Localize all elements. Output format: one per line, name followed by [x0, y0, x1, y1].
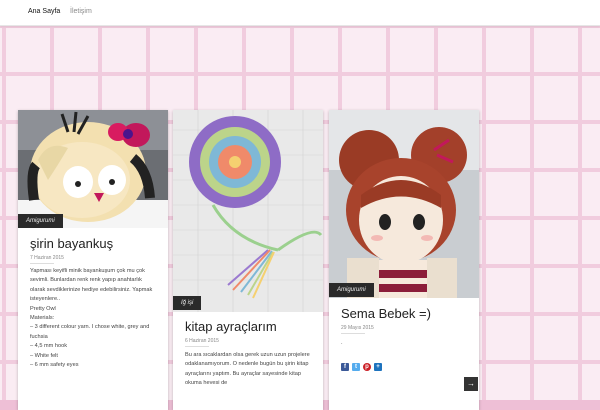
excerpt-line: – 4,5 mm hook — [30, 343, 67, 350]
post-title[interactable]: kitap ayraçlarım — [185, 319, 277, 334]
excerpt-line: Pretty Owl — [30, 305, 56, 312]
nav-home-link[interactable]: Ana Sayfa — [28, 8, 60, 15]
excerpt-line: – White felt — [30, 352, 58, 359]
excerpt-line: – 6 mm safety eyes — [30, 362, 79, 369]
facebook-icon[interactable]: f — [341, 363, 349, 371]
post-image-bookmark[interactable] — [173, 110, 323, 312]
post-date: 7 Haziran 2015 — [30, 255, 64, 261]
post-title[interactable]: Sema Bebek =) — [341, 306, 431, 321]
post-card-doll: Amigurumi Sema Bebek =) 29 Mayıs 2015 . … — [329, 110, 479, 410]
divider — [30, 263, 54, 264]
category-tag[interactable]: Amigurumi — [329, 283, 374, 297]
twitter-icon[interactable]: t — [352, 363, 360, 371]
post-excerpt: Bu ara sıcaklardan olsa gerek uzun uzun … — [185, 351, 313, 389]
post-card-owl: Amigurumi şirin bayankuş 7 Haziran 2015 … — [18, 110, 168, 410]
excerpt-paragraph: Yapması keyifli minik bayankuşum çok mu … — [30, 268, 153, 303]
pinterest-icon[interactable]: p — [363, 363, 371, 371]
post-card-bookmark: Iğ işi kitap ayraçlarım 6 Haziran 2015 B… — [173, 110, 323, 410]
top-navigation-bar: Ana Sayfa İletişim — [0, 0, 600, 26]
plus-share-icon[interactable]: + — [374, 363, 382, 371]
post-date: 6 Haziran 2015 — [185, 338, 219, 344]
divider — [341, 333, 365, 334]
nav-contact-link[interactable]: İletişim — [70, 8, 92, 15]
divider — [185, 346, 209, 347]
post-image-doll[interactable] — [329, 110, 479, 298]
share-buttons: f t p + — [341, 363, 382, 371]
post-date: 29 Mayıs 2015 — [341, 325, 374, 331]
next-page-button[interactable]: → — [464, 377, 478, 391]
category-tag[interactable]: Amigurumi — [18, 214, 63, 228]
category-tag[interactable]: Iğ işi — [173, 296, 202, 310]
excerpt-line: Materials: — [30, 315, 55, 322]
excerpt-line: – 3 different colour yarn. I chose white… — [30, 324, 150, 340]
post-image-owl[interactable] — [18, 110, 168, 228]
post-excerpt: . — [341, 339, 469, 348]
post-excerpt: Yapması keyifli minik bayankuşum çok mu … — [30, 267, 158, 370]
excerpt-paragraph: . — [341, 340, 343, 346]
post-title[interactable]: şirin bayankuş — [30, 236, 113, 251]
excerpt-paragraph: Bu ara sıcaklardan olsa gerek uzun uzun … — [185, 352, 310, 387]
